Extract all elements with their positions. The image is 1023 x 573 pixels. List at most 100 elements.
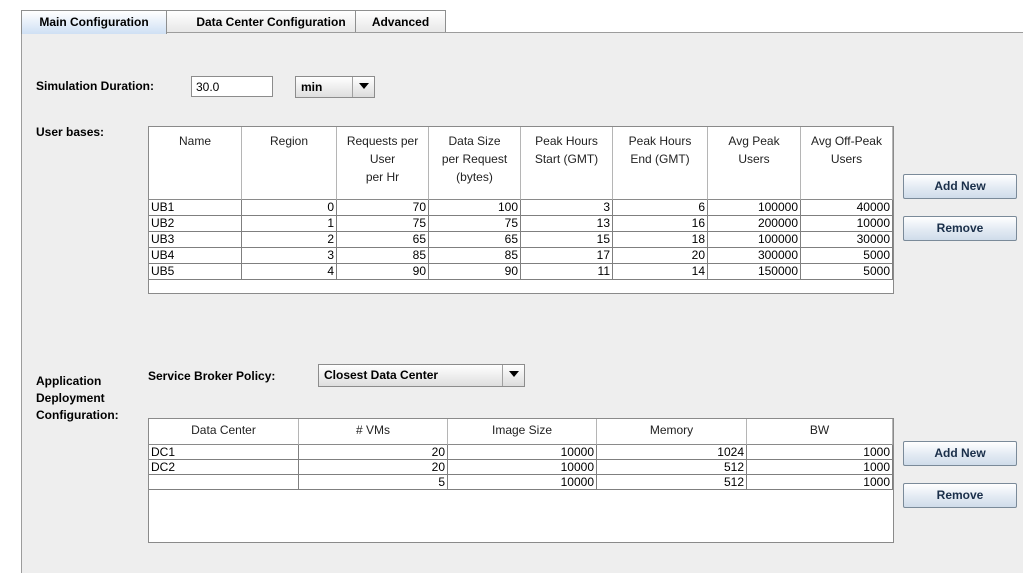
table-cell[interactable]: 10000	[448, 475, 597, 490]
table-cell[interactable]: DC1	[149, 445, 299, 460]
remove-user-base-button[interactable]: Remove	[903, 216, 1017, 241]
table-cell[interactable]: 70	[337, 200, 429, 216]
user-bases-label: User bases:	[36, 125, 105, 139]
table-cell[interactable]: 4	[242, 264, 337, 280]
column-header[interactable]: BW	[747, 419, 893, 445]
table-cell[interactable]: 11	[521, 264, 613, 280]
table-cell[interactable]: 65	[429, 232, 521, 248]
table-cell[interactable]: 512	[597, 475, 747, 490]
column-header-line: Avg Peak	[728, 134, 780, 148]
column-header-line: Requests per	[346, 134, 419, 148]
column-header-line: Users	[830, 152, 863, 166]
service-broker-policy-select[interactable]: Closest Data Center	[318, 364, 525, 387]
table-cell[interactable]: 3	[242, 248, 337, 264]
table-cell[interactable]: 85	[429, 248, 521, 264]
table-cell[interactable]: 20	[299, 460, 448, 475]
table-cell[interactable]: 100	[429, 200, 521, 216]
table-cell[interactable]	[149, 475, 299, 490]
column-header[interactable]: Avg Off-Peak Users	[801, 127, 893, 200]
table-cell[interactable]: 200000	[708, 216, 801, 232]
column-header-label: Peak Hours End (GMT)	[613, 132, 707, 168]
chevron-down-icon[interactable]	[352, 77, 374, 97]
column-header-label: BW	[809, 423, 830, 437]
tab-main-configuration[interactable]: Main Configuration	[21, 10, 167, 34]
table-cell[interactable]: 75	[337, 216, 429, 232]
table-cell[interactable]: 1000	[747, 460, 893, 475]
table-cell[interactable]: UB3	[149, 232, 242, 248]
column-header[interactable]: # VMs	[299, 419, 448, 445]
tab-advanced[interactable]: Advanced	[355, 10, 446, 33]
column-header-label: Data Size per Request (bytes)	[429, 132, 520, 186]
table-cell[interactable]: 5000	[801, 264, 893, 280]
simulation-duration-input[interactable]: 30.0	[191, 76, 273, 97]
deployment-table: Data Center # VMs Image Size Memory BW DC1 20 1…	[148, 418, 894, 543]
table-cell[interactable]: 90	[429, 264, 521, 280]
column-header[interactable]: Peak Hours End (GMT)	[613, 127, 708, 200]
table-cell[interactable]: DC2	[149, 460, 299, 475]
column-header[interactable]: Region	[242, 127, 337, 200]
add-deployment-button[interactable]: Add New	[903, 441, 1017, 466]
table-cell[interactable]: 15	[521, 232, 613, 248]
simulation-duration-label: Simulation Duration:	[36, 79, 154, 93]
table-cell[interactable]: 300000	[708, 248, 801, 264]
column-header[interactable]: Name	[149, 127, 242, 200]
table-cell[interactable]: 30000	[801, 232, 893, 248]
column-header[interactable]: Data Size per Request (bytes)	[429, 127, 521, 200]
table-cell[interactable]: 100000	[708, 232, 801, 248]
table-cell[interactable]: 2	[242, 232, 337, 248]
column-header-label: Avg Peak Users	[708, 132, 800, 168]
column-header-line: Peak Hours	[628, 134, 692, 148]
table-cell[interactable]: 5000	[801, 248, 893, 264]
table-cell[interactable]: 1024	[597, 445, 747, 460]
remove-deployment-button[interactable]: Remove	[903, 483, 1017, 508]
column-header-line: Start (GMT)	[534, 152, 599, 166]
table-cell[interactable]: 40000	[801, 200, 893, 216]
deployment-label-line-2: Deployment	[36, 391, 105, 405]
column-header-label: Memory	[649, 423, 694, 437]
table-cell[interactable]: 14	[613, 264, 708, 280]
column-header[interactable]: Requests per User per Hr	[337, 127, 429, 200]
table-cell[interactable]: 1	[242, 216, 337, 232]
table-cell[interactable]: 512	[597, 460, 747, 475]
chevron-down-icon[interactable]	[502, 365, 524, 386]
table-cell[interactable]: UB1	[149, 200, 242, 216]
application-deployment-label: Application Deployment Configuration:	[36, 373, 119, 424]
tab-data-center-configuration[interactable]: Data Center Configuration	[166, 10, 376, 33]
column-header[interactable]: Data Center	[149, 419, 299, 445]
column-header-line: Peak Hours	[535, 134, 598, 148]
table-cell[interactable]: 90	[337, 264, 429, 280]
column-header[interactable]: Image Size	[448, 419, 597, 445]
table-cell[interactable]: 6	[613, 200, 708, 216]
table-cell[interactable]: 65	[337, 232, 429, 248]
add-user-base-button[interactable]: Add New	[903, 174, 1017, 199]
column-header[interactable]: Avg Peak Users	[708, 127, 801, 200]
table-cell[interactable]: UB2	[149, 216, 242, 232]
column-header[interactable]: Peak Hours Start (GMT)	[521, 127, 613, 200]
table-cell[interactable]: UB5	[149, 264, 242, 280]
table-cell[interactable]: 3	[521, 200, 613, 216]
table-cell[interactable]: 0	[242, 200, 337, 216]
column-header-line: User	[369, 152, 396, 166]
table-cell[interactable]: 16	[613, 216, 708, 232]
table-cell[interactable]: 5	[299, 475, 448, 490]
column-header[interactable]: Memory	[597, 419, 747, 445]
table-cell[interactable]: 10000	[801, 216, 893, 232]
table-cell[interactable]: 20	[613, 248, 708, 264]
table-cell[interactable]: 85	[337, 248, 429, 264]
table-cell[interactable]: 150000	[708, 264, 801, 280]
table-cell[interactable]: 17	[521, 248, 613, 264]
table-cell[interactable]: 1000	[747, 475, 893, 490]
table-cell[interactable]: 10000	[448, 460, 597, 475]
table-cell[interactable]: 75	[429, 216, 521, 232]
service-broker-policy-value: Closest Data Center	[324, 368, 439, 382]
table-cell[interactable]: 10000	[448, 445, 597, 460]
column-header-line: per Request	[441, 152, 508, 166]
table-cell[interactable]: 20	[299, 445, 448, 460]
table-cell[interactable]: 18	[613, 232, 708, 248]
table-cell[interactable]: 1000	[747, 445, 893, 460]
table-cell[interactable]: UB4	[149, 248, 242, 264]
table-cell[interactable]: 100000	[708, 200, 801, 216]
duration-unit-select[interactable]: min	[295, 76, 375, 98]
column-header-line: (bytes)	[456, 170, 493, 184]
table-cell[interactable]: 13	[521, 216, 613, 232]
